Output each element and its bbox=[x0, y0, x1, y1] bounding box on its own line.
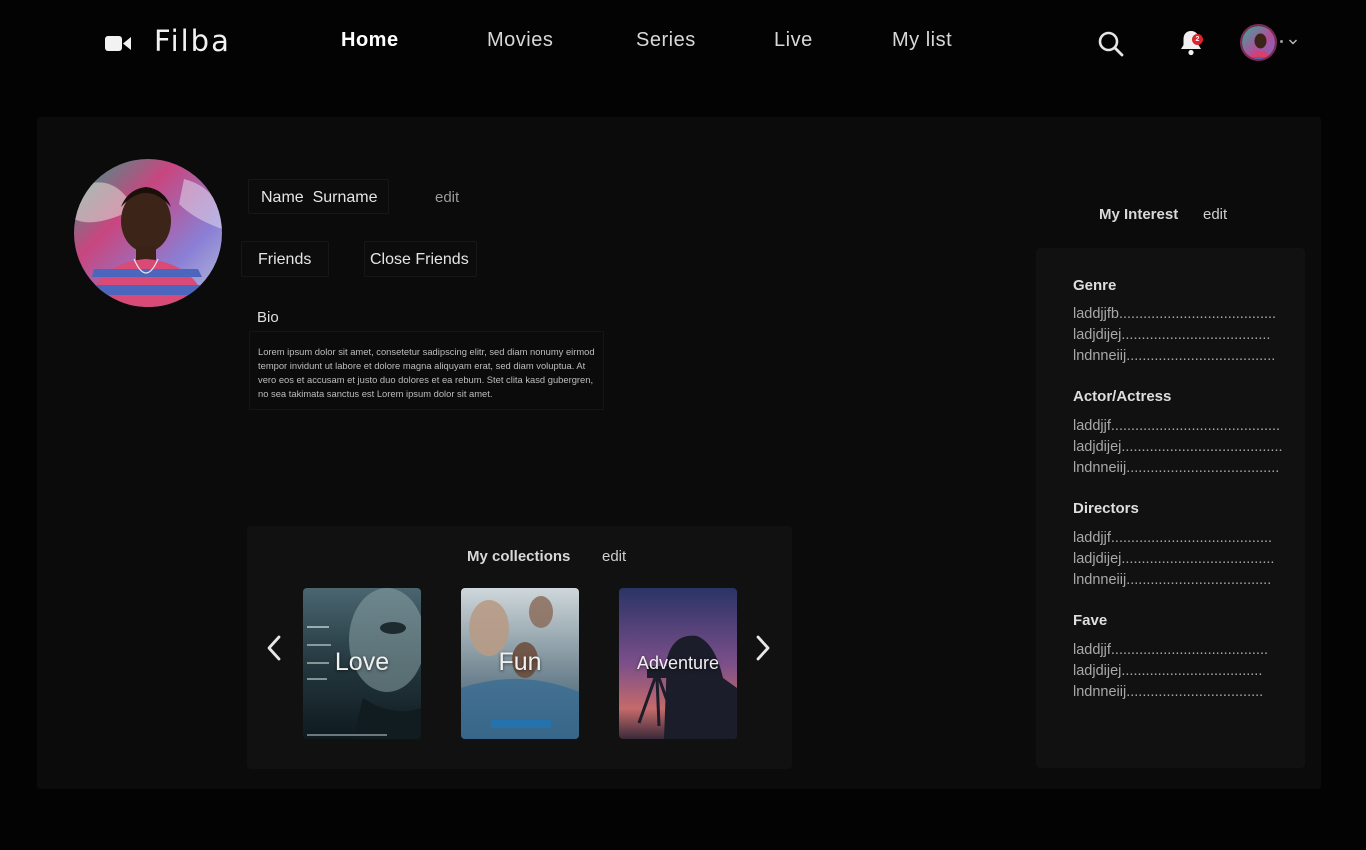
bio-label: Bio bbox=[257, 309, 279, 326]
interest-title: My Interest bbox=[1099, 206, 1179, 223]
chevron-right-icon[interactable] bbox=[754, 634, 772, 662]
collection-adventure-label: Adventure bbox=[636, 653, 720, 673]
brand-logo[interactable]: Filba bbox=[154, 24, 231, 58]
interest-genre-item: ladjdijej...............................… bbox=[1073, 327, 1271, 343]
status-dot bbox=[1280, 40, 1283, 43]
interest-actor-heading: Actor/Actress bbox=[1073, 388, 1172, 405]
interest-genre-item: laddjjfb................................… bbox=[1073, 306, 1277, 322]
collection-love-label: Love bbox=[334, 648, 390, 676]
interest-actor-item: laddjjf.................................… bbox=[1073, 418, 1281, 434]
nav-series[interactable]: Series bbox=[636, 29, 696, 52]
interest-directors-item: ladjdijej...............................… bbox=[1073, 551, 1275, 567]
collection-adventure[interactable]: Adventure bbox=[619, 588, 737, 739]
collection-love[interactable]: Love bbox=[303, 588, 421, 739]
collections-title: My collections bbox=[467, 548, 571, 565]
collection-fun[interactable]: Fun bbox=[461, 588, 579, 739]
interest-fave-heading: Fave bbox=[1073, 612, 1108, 629]
friends-label: Friends bbox=[258, 251, 312, 268]
nav-movies[interactable]: Movies bbox=[487, 29, 553, 52]
edit-interest-link[interactable]: edit bbox=[1203, 206, 1227, 223]
top-nav: Filba Home Movies Series Live My list 2 bbox=[0, 0, 1366, 84]
bio-text: Lorem ipsum dolor sit amet, consetetur s… bbox=[249, 331, 604, 410]
close-friends-label: Close Friends bbox=[370, 251, 469, 268]
video-camera-icon bbox=[105, 36, 131, 51]
search-icon[interactable] bbox=[1097, 30, 1124, 57]
name-text: Name Surname bbox=[261, 189, 378, 206]
interest-fave-item: laddjjf.................................… bbox=[1073, 642, 1268, 658]
interest-fave-item: lndnneiij...............................… bbox=[1073, 684, 1264, 700]
interest-directors-heading: Directors bbox=[1073, 500, 1139, 517]
nav-home[interactable]: Home bbox=[341, 29, 399, 52]
interest-fave-item: ladjdijej...............................… bbox=[1073, 663, 1263, 679]
notification-badge: 2 bbox=[1192, 34, 1203, 45]
interest-genre-heading: Genre bbox=[1073, 277, 1117, 294]
nav-my-list[interactable]: My list bbox=[892, 29, 952, 52]
user-avatar[interactable] bbox=[1240, 24, 1277, 61]
interest-actor-item: lndnneiij...............................… bbox=[1073, 460, 1280, 476]
interest-actor-item: ladjdijej...............................… bbox=[1073, 439, 1283, 455]
friends-button[interactable]: Friends bbox=[241, 241, 329, 277]
edit-collections-link[interactable]: edit bbox=[602, 548, 626, 565]
chevron-down-icon[interactable] bbox=[1287, 36, 1299, 48]
interest-genre-item: lndnneiij...............................… bbox=[1073, 348, 1276, 364]
name-field[interactable]: Name Surname bbox=[248, 179, 389, 214]
interest-directors-item: laddjjf.................................… bbox=[1073, 530, 1273, 546]
close-friends-button[interactable]: Close Friends bbox=[364, 241, 477, 277]
edit-name-link[interactable]: edit bbox=[435, 189, 459, 206]
interest-directors-item: lndnneiij...............................… bbox=[1073, 572, 1272, 588]
collection-fun-label: Fun bbox=[498, 648, 542, 676]
chevron-left-icon[interactable] bbox=[265, 634, 283, 662]
profile-avatar[interactable] bbox=[74, 159, 222, 307]
nav-live[interactable]: Live bbox=[774, 29, 813, 52]
